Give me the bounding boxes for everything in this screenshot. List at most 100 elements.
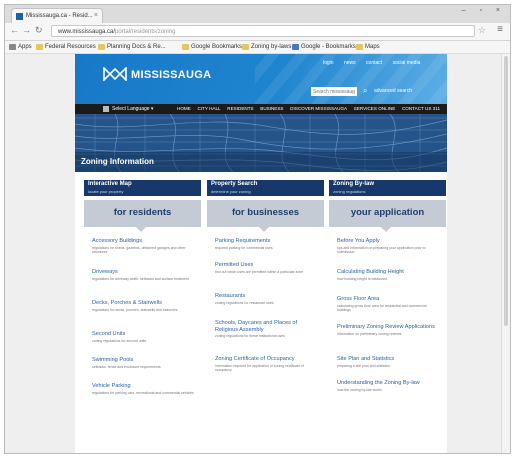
nav-item-city-hall[interactable]: CITY HALL <box>197 106 220 111</box>
site-header: MISSISSAUGA login news contact social me… <box>75 54 447 104</box>
nav-item-home[interactable]: HOME <box>177 106 191 111</box>
item-title[interactable]: Swimming Pools <box>92 357 196 364</box>
tab-label: for businesses <box>231 207 300 218</box>
list-item[interactable]: Swimming Pools setbacks, fence and enclo… <box>92 357 196 369</box>
list-item[interactable]: Site Plan and Statistics preparing a sit… <box>337 356 441 368</box>
list-item[interactable]: Accessory Buildings regulations for shed… <box>92 238 196 254</box>
item-title[interactable]: Preliminary Zoning Review Applications <box>337 324 441 331</box>
news-link[interactable]: news <box>344 60 356 66</box>
forward-icon[interactable]: → <box>22 25 31 35</box>
advanced-search-link[interactable]: advanced search <box>374 88 412 94</box>
social-media-link[interactable]: social media <box>393 60 421 66</box>
item-title[interactable]: Accessory Buildings <box>92 238 196 245</box>
back-icon[interactable]: ← <box>10 25 19 35</box>
item-description: find out which uses are permitted within… <box>215 269 304 274</box>
item-description: required parking for commercial uses <box>215 245 273 250</box>
list-item[interactable]: Second Units zoning regulations for seco… <box>92 331 196 343</box>
card-subtitle: zoning regulations <box>333 189 366 194</box>
list-item[interactable]: Permitted Uses find out which uses are p… <box>215 262 319 274</box>
item-title[interactable]: Zoning Certificate of Occupancy <box>215 356 319 363</box>
bookmark-item[interactable]: Maps <box>355 42 380 52</box>
card-subtitle: determine your zoning <box>211 189 251 194</box>
nav-items: HOME CITY HALL RESIDENTS BUSINESS DISCOV… <box>177 105 445 113</box>
item-title[interactable]: Second Units <box>92 331 196 338</box>
item-description: regulations for sheds, gazebos, detached… <box>92 245 186 254</box>
bookmark-item[interactable]: Google Bookmarks <box>181 42 242 52</box>
item-title[interactable]: Before You Apply <box>337 238 441 245</box>
item-title[interactable]: Site Plan and Statistics <box>337 356 441 363</box>
tab-title: Mississauga.ca - Resid... <box>26 13 93 19</box>
list-item[interactable]: Parking Requirements required parking fo… <box>215 238 319 250</box>
menu-icon[interactable]: ≡ <box>497 24 503 35</box>
scrollbar-thumb[interactable] <box>504 56 508 326</box>
nav-item-business[interactable]: BUSINESS <box>260 106 283 111</box>
list-item[interactable]: Understanding the Zoning By-law how the … <box>337 380 441 392</box>
bookmark-item[interactable]: Google - Bookmarks <box>291 42 356 52</box>
bookmark-item[interactable]: Apps <box>8 42 32 52</box>
list-item[interactable]: Decks, Porches & Stairwells regulations … <box>92 300 196 312</box>
item-description: zoning regulations for these institution… <box>215 334 285 338</box>
item-title[interactable]: Calculating Building Height <box>337 269 441 276</box>
translate-icon <box>103 106 109 112</box>
item-title[interactable]: Parking Requirements <box>215 238 319 245</box>
item-title[interactable]: Decks, Porches & Stairwells <box>92 300 196 307</box>
item-title[interactable]: Vehicle Parking <box>92 383 196 390</box>
card-subtitle: locate your property <box>88 189 124 194</box>
list-item[interactable]: Schools, Daycares and Places of Religiou… <box>215 320 319 338</box>
item-description: regulations for decks, porches, stairwel… <box>92 307 178 312</box>
nav-item-discover[interactable]: DISCOVER MISSISSAUGA <box>290 106 347 111</box>
item-title[interactable]: Restaurants <box>215 293 319 300</box>
item-description: calculating gross floor area for residen… <box>337 303 427 312</box>
close-tab-icon[interactable]: × <box>94 9 98 23</box>
tab-for-residents[interactable]: for residents <box>84 200 201 232</box>
page-scrollbar[interactable] <box>501 54 510 453</box>
item-description: zoning regulations for second units <box>92 338 147 343</box>
item-description: setbacks, fence and enclosure requiremen… <box>92 364 161 369</box>
item-description: preparing a site plan and statistics <box>337 363 390 368</box>
bookmark-star-icon[interactable]: ☆ <box>478 25 486 36</box>
interactive-map-card[interactable]: Interactive Map locate your property <box>84 180 201 196</box>
bookmark-item[interactable]: Planning Docs & Re... <box>97 42 166 52</box>
bookmarks-bar: Apps Federal Resources Planning Docs & R… <box>5 41 510 54</box>
item-title[interactable]: Schools, Daycares and Places of Religiou… <box>215 320 319 333</box>
zoning-bylaw-card[interactable]: Zoning By-law zoning regulations <box>329 180 446 196</box>
list-item[interactable]: Driveways regulations for driveway width… <box>92 269 196 281</box>
tab-your-application[interactable]: your application <box>329 200 446 232</box>
mississauga-logo-icon[interactable] <box>103 67 127 81</box>
window-controls[interactable]: – ▫ × <box>462 7 506 14</box>
list-item[interactable]: Restaurants zoning regulations for resta… <box>215 293 319 305</box>
tab-for-businesses[interactable]: for businesses <box>207 200 324 232</box>
list-item[interactable]: Preliminary Zoning Review Applications i… <box>337 324 441 336</box>
language-select[interactable]: Select Language ▾ <box>112 105 153 113</box>
list-item[interactable]: Vehicle Parking regulations for parking … <box>92 383 196 395</box>
item-title[interactable]: Gross Floor Area <box>337 296 441 303</box>
site-favicon-icon <box>16 13 23 20</box>
main-nav: Select Language ▾ HOME CITY HALL RESIDEN… <box>75 104 447 114</box>
hero-banner: Zoning Information <box>75 114 447 172</box>
property-search-card[interactable]: Property Search determine your zoning <box>207 180 324 196</box>
list-item[interactable]: Zoning Certificate of Occupancy informat… <box>215 356 319 372</box>
search-icon[interactable]: ⌕ <box>363 86 367 96</box>
browser-toolbar: ← → ↻ www.mississauga.ca/portal/resident… <box>5 23 510 41</box>
bookmark-item[interactable]: Zoning by-laws <box>241 42 291 52</box>
address-bar[interactable]: www.mississauga.ca/portal/residents/zoni… <box>51 25 475 37</box>
list-item[interactable]: Calculating Building Height how building… <box>337 269 441 281</box>
list-item[interactable]: Before You Apply tips and information on… <box>337 238 441 254</box>
page-viewport: MISSISSAUGA login news contact social me… <box>5 54 510 453</box>
item-title[interactable]: Understanding the Zoning By-law <box>337 380 441 387</box>
brand-name[interactable]: MISSISSAUGA <box>131 69 211 81</box>
contact-link[interactable]: contact <box>366 60 382 66</box>
nav-item-services-online[interactable]: SERVICES ONLINE <box>354 106 396 111</box>
list-item[interactable]: Gross Floor Area calculating gross floor… <box>337 296 441 312</box>
card-title: Property Search <box>211 181 258 187</box>
reload-icon[interactable]: ↻ <box>35 25 43 36</box>
search-input[interactable] <box>311 87 357 96</box>
browser-tab[interactable]: Mississauga.ca - Resid... × <box>11 8 103 23</box>
item-title[interactable]: Permitted Uses <box>215 262 319 269</box>
tab-label: your application <box>350 207 425 218</box>
login-link[interactable]: login <box>323 60 334 66</box>
nav-item-contact[interactable]: CONTACT US 311 <box>402 106 440 111</box>
item-title[interactable]: Driveways <box>92 269 196 276</box>
nav-item-residents[interactable]: RESIDENTS <box>227 106 253 111</box>
bookmark-item[interactable]: Federal Resources <box>35 42 96 52</box>
